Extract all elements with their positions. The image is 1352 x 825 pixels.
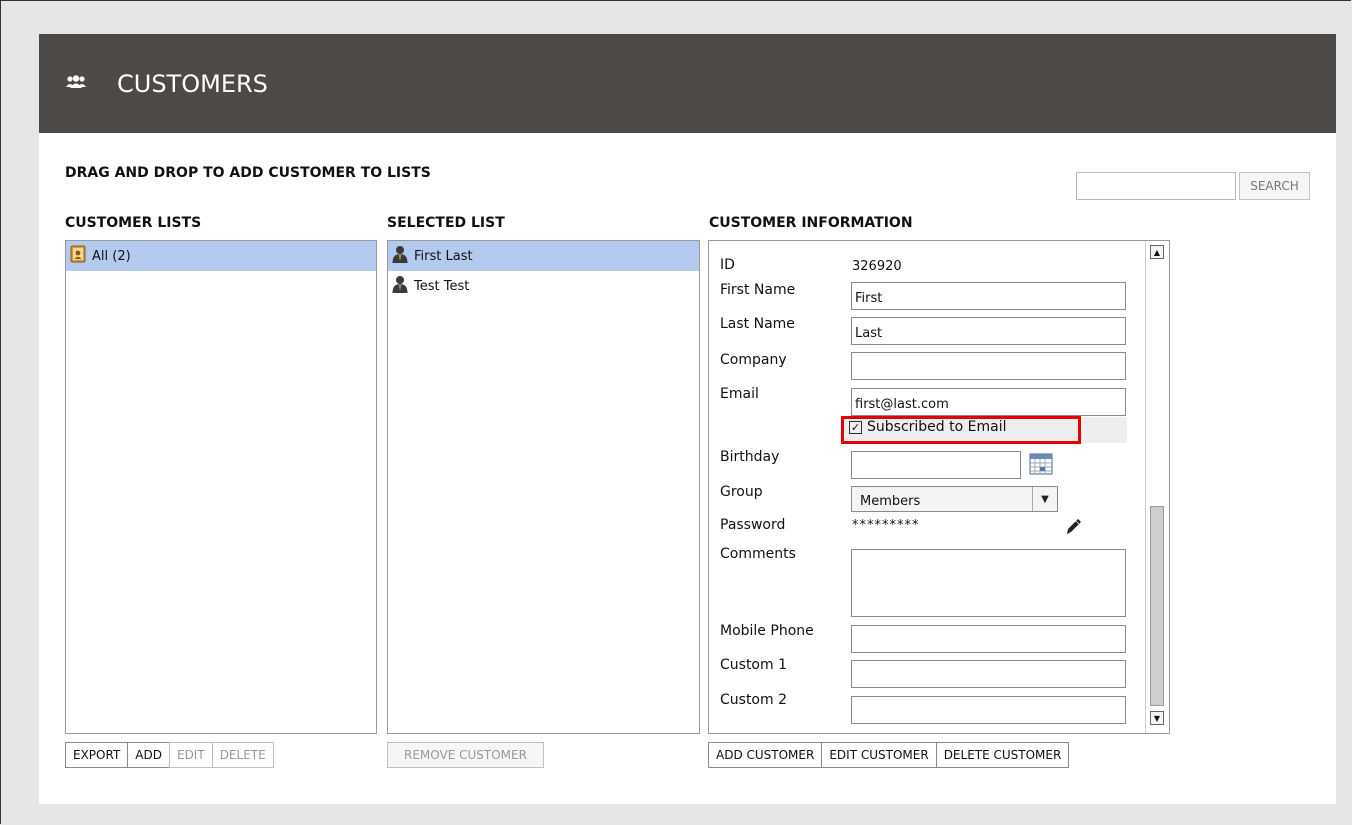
list-item[interactable]: Test Test [388, 271, 699, 301]
address-book-icon [70, 245, 92, 267]
edit-list-button[interactable]: EDIT [168, 742, 213, 768]
highlight-box [841, 416, 1081, 444]
customer-lists-buttons: EXPORT ADD EDIT DELETE [65, 742, 274, 768]
password-label: Password [720, 517, 786, 533]
comments-label: Comments [720, 546, 796, 562]
remove-customer-button[interactable]: REMOVE CUSTOMER [387, 742, 544, 768]
list-item-label: All (2) [92, 248, 131, 264]
custom-2-field[interactable] [851, 696, 1126, 724]
person-icon [392, 275, 414, 297]
selected-list-label: SELECTED LIST [387, 215, 505, 231]
email-field[interactable]: first@last.com [851, 388, 1126, 416]
add-list-button[interactable]: ADD [127, 742, 170, 768]
first-name-field[interactable]: First [851, 282, 1126, 310]
delete-list-button[interactable]: DELETE [211, 742, 274, 768]
id-label: ID [720, 257, 735, 273]
people-icon [66, 75, 86, 95]
selected-list-buttons: REMOVE CUSTOMER [387, 742, 544, 768]
scroll-up-icon[interactable]: ▲ [1150, 245, 1164, 259]
custom-1-field[interactable] [851, 660, 1126, 688]
form-scrollbar[interactable]: ▲ ▼ [1145, 241, 1169, 733]
company-label: Company [720, 352, 787, 368]
company-field[interactable] [851, 352, 1126, 380]
pencil-icon[interactable] [1066, 518, 1082, 540]
customer-info-buttons: ADD CUSTOMER EDIT CUSTOMER DELETE CUSTOM… [708, 742, 1070, 768]
mobile-phone-label: Mobile Phone [720, 623, 814, 639]
group-selected-value: Members [860, 494, 921, 509]
export-button[interactable]: EXPORT [65, 742, 129, 768]
last-name-label: Last Name [720, 316, 795, 332]
customer-information-label: CUSTOMER INFORMATION [709, 215, 913, 231]
list-item-label: Test Test [414, 278, 470, 294]
birthday-label: Birthday [720, 449, 780, 465]
drag-drop-instruction: DRAG AND DROP TO ADD CUSTOMER TO LISTS [65, 165, 431, 181]
calendar-icon[interactable] [1029, 453, 1053, 479]
chevron-down-icon[interactable]: ▼ [1032, 487, 1057, 511]
person-icon [392, 245, 414, 267]
mobile-phone-field[interactable] [851, 625, 1126, 653]
email-label: Email [720, 386, 759, 402]
selected-list-box[interactable]: First Last Test Test [387, 240, 700, 734]
id-value: 326920 [852, 259, 902, 274]
search-input[interactable] [1076, 172, 1236, 200]
custom-1-label: Custom 1 [720, 657, 787, 673]
customer-lists-box[interactable]: All (2) [65, 240, 377, 734]
birthday-field[interactable] [851, 451, 1021, 479]
list-item[interactable]: First Last [388, 241, 699, 271]
list-item[interactable]: All (2) [66, 241, 376, 271]
delete-customer-button[interactable]: DELETE CUSTOMER [935, 742, 1070, 768]
edit-customer-button[interactable]: EDIT CUSTOMER [821, 742, 937, 768]
custom-2-label: Custom 2 [720, 692, 787, 708]
scroll-down-icon[interactable]: ▼ [1150, 711, 1164, 725]
group-label: Group [720, 484, 763, 500]
customer-lists-label: CUSTOMER LISTS [65, 215, 202, 231]
last-name-field[interactable]: Last [851, 317, 1126, 345]
page-header: CUSTOMERS [39, 34, 1336, 133]
customer-information-form: ID 326920 First Name First Last Name Las… [708, 240, 1170, 734]
page-title: CUSTOMERS [117, 70, 268, 98]
group-select[interactable]: Members ▼ [851, 486, 1058, 512]
search-button[interactable]: SEARCH [1239, 172, 1310, 200]
password-value: ********* [852, 518, 920, 533]
list-item-label: First Last [414, 248, 473, 264]
first-name-label: First Name [720, 282, 796, 298]
comments-field[interactable] [851, 549, 1126, 617]
scroll-thumb[interactable] [1150, 506, 1164, 706]
customers-panel: CUSTOMERS DRAG AND DROP TO ADD CUSTOMER … [39, 34, 1336, 804]
add-customer-button[interactable]: ADD CUSTOMER [708, 742, 823, 768]
